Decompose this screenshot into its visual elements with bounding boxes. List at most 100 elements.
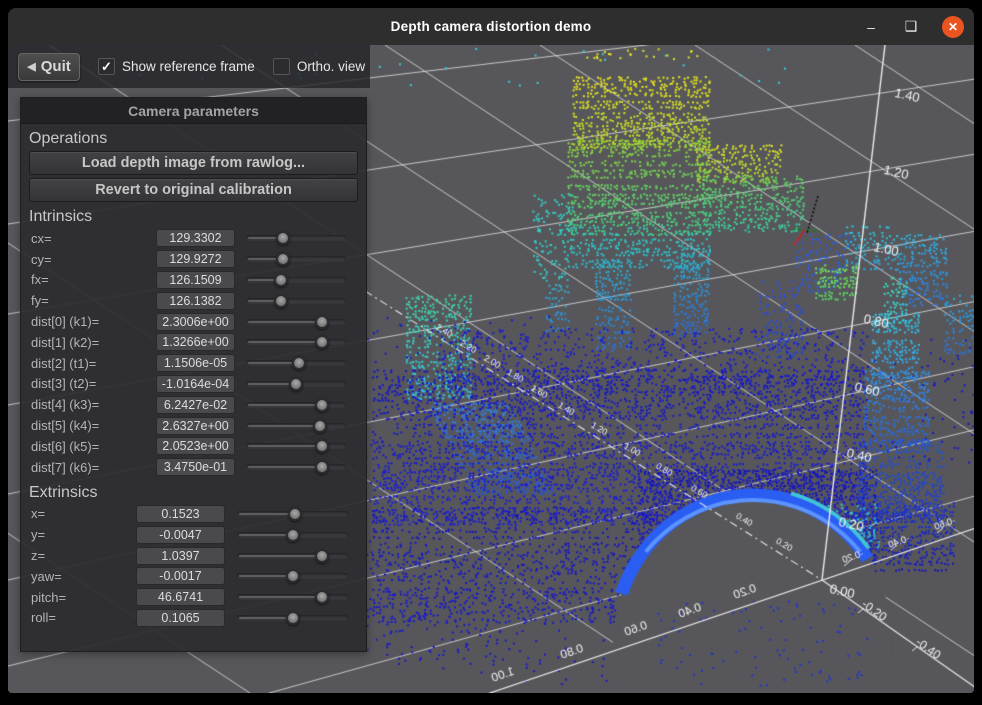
intrinsic-slider-fill-1 xyxy=(248,258,278,260)
intrinsic-label-8: dist[4] (k3)= xyxy=(31,397,99,412)
intrinsic-value-4[interactable]: 2.3006e+00 xyxy=(156,313,235,331)
maximize-button[interactable]: ❑ xyxy=(902,18,920,35)
intrinsic-slider-10[interactable] xyxy=(246,439,346,453)
intrinsic-value-10[interactable]: 2.0523e+00 xyxy=(156,437,235,455)
close-button[interactable]: ✕ xyxy=(942,16,964,38)
revert-calibration-button[interactable]: Revert to original calibration xyxy=(29,178,358,202)
intrinsic-slider-4[interactable] xyxy=(246,315,346,329)
intrinsic-slider-fill-9 xyxy=(248,425,315,427)
intrinsic-slider-knob-5[interactable] xyxy=(315,335,329,349)
intrinsic-value-5[interactable]: 1.3266e+00 xyxy=(156,333,235,351)
intrinsic-label-2: fx= xyxy=(31,272,49,287)
intrinsic-value-3[interactable]: 126.1382 xyxy=(156,292,235,310)
intrinsic-slider-knob-11[interactable] xyxy=(315,460,329,474)
intrinsic-value-2[interactable]: 126.1509 xyxy=(156,271,235,289)
extrinsic-slider-knob-2[interactable] xyxy=(315,549,329,563)
minimize-button[interactable]: – xyxy=(862,19,880,35)
load-depth-image-button[interactable]: Load depth image from rawlog... xyxy=(29,151,358,175)
intrinsic-slider-knob-3[interactable] xyxy=(274,294,288,308)
intrinsic-slider-5[interactable] xyxy=(246,335,346,349)
extrinsic-slider-fill-1 xyxy=(239,534,288,536)
extrinsic-label-4: pitch= xyxy=(31,590,66,605)
intrinsic-slider-knob-4[interactable] xyxy=(315,315,329,329)
ortho-view-checkbox[interactable] xyxy=(273,58,290,75)
extrinsic-value-5[interactable]: 0.1065 xyxy=(136,609,225,627)
intrinsic-slider-knob-0[interactable] xyxy=(276,231,290,245)
camera-parameters-panel: Camera parameters Operations Load depth … xyxy=(20,97,367,652)
intrinsic-value-8[interactable]: 6.2427e-02 xyxy=(156,396,235,414)
intrinsic-slider-0[interactable] xyxy=(246,231,346,245)
extrinsic-value-1[interactable]: -0.0047 xyxy=(136,526,225,544)
extrinsic-slider-fill-5 xyxy=(239,617,288,619)
intrinsic-slider-knob-2[interactable] xyxy=(274,273,288,287)
extrinsic-value-2[interactable]: 1.0397 xyxy=(136,547,225,565)
intrinsic-slider-2[interactable] xyxy=(246,273,346,287)
intrinsic-slider-knob-8[interactable] xyxy=(315,398,329,412)
extrinsic-slider-knob-3[interactable] xyxy=(286,569,300,583)
intrinsic-slider-11[interactable] xyxy=(246,460,346,474)
extrinsic-slider-knob-4[interactable] xyxy=(315,590,329,604)
intrinsic-row-2: fx= 126.1509 xyxy=(21,270,366,291)
intrinsic-label-9: dist[5] (k4)= xyxy=(31,418,99,433)
intrinsic-label-10: dist[6] (k5)= xyxy=(31,439,99,454)
intrinsic-slider-knob-6[interactable] xyxy=(292,356,306,370)
intrinsic-slider-fill-8 xyxy=(248,404,317,406)
intrinsic-label-1: cy= xyxy=(31,252,52,267)
ortho-view-label: Ortho. view xyxy=(297,59,365,74)
intrinsic-row-3: fy=126.1382 xyxy=(21,290,366,311)
extrinsic-slider-2[interactable] xyxy=(237,549,348,563)
back-arrow-icon: ◀ xyxy=(27,60,35,73)
intrinsic-slider-knob-1[interactable] xyxy=(276,252,290,266)
intrinsic-label-11: dist[7] (k6)= xyxy=(31,460,99,475)
extrinsic-slider-knob-5[interactable] xyxy=(286,611,300,625)
extrinsic-row-4: pitch= 46.6741 xyxy=(21,587,366,608)
show-reference-frame-label: Show reference frame xyxy=(122,59,255,74)
intrinsic-label-5: dist[1] (k2)= xyxy=(31,335,99,350)
extrinsic-slider-3[interactable] xyxy=(237,569,348,583)
extrinsic-value-0[interactable]: 0.1523 xyxy=(136,505,225,523)
intrinsic-value-0[interactable]: 129.3302 xyxy=(156,229,235,247)
quit-label: Quit xyxy=(41,58,71,75)
extrinsic-value-4[interactable]: 46.6741 xyxy=(136,588,225,606)
intrinsic-slider-knob-9[interactable] xyxy=(313,419,327,433)
intrinsic-slider-6[interactable] xyxy=(246,356,346,370)
title-bar[interactable]: Depth camera distortion demo – ❑ ✕ xyxy=(8,8,974,45)
intrinsic-slider-knob-7[interactable] xyxy=(289,377,303,391)
extrinsic-slider-knob-1[interactable] xyxy=(286,528,300,542)
intrinsic-row-8: dist[4] (k3)= 6.2427e-02 xyxy=(21,394,366,415)
intrinsic-row-7: dist[3] (t2)=-1.0164e-04 xyxy=(21,374,366,395)
window-title: Depth camera distortion demo xyxy=(391,19,592,34)
show-reference-frame-option: ✓ Show reference frame xyxy=(98,58,255,75)
intrinsic-slider-9[interactable] xyxy=(246,419,346,433)
intrinsic-label-6: dist[2] (t1)= xyxy=(31,356,96,371)
extrinsic-label-1: y= xyxy=(31,527,45,542)
intrinsic-value-6[interactable]: 1.1506e-05 xyxy=(156,354,235,372)
intrinsic-value-7[interactable]: -1.0164e-04 xyxy=(156,375,235,393)
show-reference-frame-checkbox[interactable]: ✓ xyxy=(98,58,115,75)
extrinsic-value-3[interactable]: -0.0017 xyxy=(136,567,225,585)
panel-header[interactable]: Camera parameters xyxy=(21,98,366,124)
intrinsic-value-1[interactable]: 129.9272 xyxy=(156,250,235,268)
extrinsic-slider-0[interactable] xyxy=(237,507,348,521)
extrinsic-slider-4[interactable] xyxy=(237,590,348,604)
intrinsic-slider-7[interactable] xyxy=(246,377,346,391)
intrinsic-row-4: dist[0] (k1)=2.3006e+00 xyxy=(21,311,366,332)
intrinsic-slider-1[interactable] xyxy=(246,252,346,266)
quit-button[interactable]: ◀ Quit xyxy=(18,53,80,81)
intrinsic-value-9[interactable]: 2.6327e+00 xyxy=(156,417,235,435)
intrinsic-slider-3[interactable] xyxy=(246,294,346,308)
window-controls: – ❑ ✕ xyxy=(862,8,964,45)
extrinsic-row-1: y= -0.0047 xyxy=(21,524,366,545)
extrinsic-label-3: yaw= xyxy=(31,569,62,584)
intrinsic-slider-8[interactable] xyxy=(246,398,346,412)
extrinsic-slider-1[interactable] xyxy=(237,528,348,542)
extrinsic-row-3: yaw= -0.0017 xyxy=(21,566,366,587)
intrinsic-slider-knob-10[interactable] xyxy=(315,439,329,453)
extrinsic-label-5: roll= xyxy=(31,610,56,625)
intrinsic-value-11[interactable]: 3.4750e-01 xyxy=(156,458,235,476)
extrinsic-slider-knob-0[interactable] xyxy=(288,507,302,521)
extrinsic-slider-fill-0 xyxy=(239,513,290,515)
extrinsic-slider-5[interactable] xyxy=(237,611,348,625)
intrinsic-row-1: cy= 129.9272 xyxy=(21,249,366,270)
intrinsics-rows: cx=129.3302cy=129.9272fx=126.1509fy=126.… xyxy=(21,228,366,478)
